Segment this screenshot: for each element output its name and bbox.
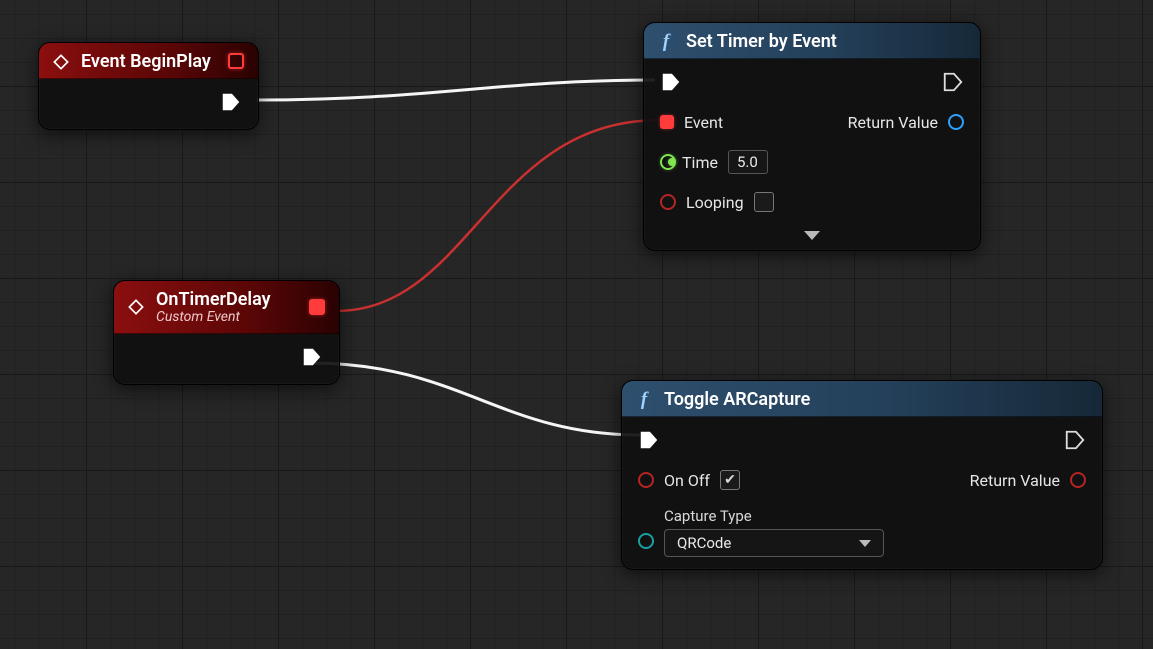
event-input-pin[interactable]: Event [660,109,723,135]
node-title: Toggle ARCapture [664,389,810,410]
return-value-output-pin[interactable]: Return Value [970,467,1086,493]
pin-label: Capture Type [664,507,884,525]
exec-output-pin[interactable] [220,89,242,115]
event-icon [126,297,146,317]
return-value-output-pin[interactable]: Return Value [848,109,964,135]
exec-output-pin[interactable] [1064,427,1086,453]
node-title: OnTimerDelay [156,289,271,310]
exec-output-pin[interactable] [301,344,323,370]
exec-input-pin[interactable] [660,69,682,95]
pin-label: Looping [686,193,744,212]
node-toggle-arcapture[interactable]: f Toggle ARCapture On Off Capture Type Q… [621,380,1103,570]
pin-label: On Off [664,471,710,490]
chevron-down-icon [859,540,871,547]
pin-label: Event [684,113,723,132]
node-header[interactable]: OnTimerDelay Custom Event [114,281,339,334]
function-icon: f [634,390,654,410]
looping-checkbox[interactable] [754,192,774,212]
node-header[interactable]: f Toggle ARCapture [622,381,1102,417]
delegate-output-pin[interactable] [228,53,244,69]
node-event-beginplay[interactable]: Event BeginPlay [38,42,259,130]
node-subtitle: Custom Event [156,309,271,325]
node-set-timer-by-event[interactable]: f Set Timer by Event Event Time 5.0 Loo [643,22,981,251]
time-value-input[interactable]: 5.0 [728,150,768,174]
pin-label: Time [682,153,718,172]
time-input-pin[interactable]: Time 5.0 [660,149,768,175]
node-ontimerdelay[interactable]: OnTimerDelay Custom Event [113,280,340,385]
function-icon: f [656,32,676,52]
node-header[interactable]: f Set Timer by Event [644,23,980,59]
exec-output-pin[interactable] [942,69,964,95]
node-header[interactable]: Event BeginPlay [39,43,258,79]
capture-type-input-pin[interactable]: Capture Type QRCode [638,507,884,557]
pin-label: Return Value [970,471,1060,490]
looping-input-pin[interactable]: Looping [660,189,774,215]
onoff-input-pin[interactable]: On Off [638,467,740,493]
event-icon [51,52,71,72]
pin-label: Return Value [848,113,938,132]
capture-type-select[interactable]: QRCode [664,529,884,557]
node-title: Set Timer by Event [686,31,837,52]
delegate-output-pin[interactable] [309,299,325,315]
node-title: Event BeginPlay [81,51,211,72]
exec-input-pin[interactable] [638,427,660,453]
select-value: QRCode [677,534,731,552]
expand-node-toggle[interactable] [804,231,820,240]
onoff-checkbox[interactable] [720,470,740,490]
